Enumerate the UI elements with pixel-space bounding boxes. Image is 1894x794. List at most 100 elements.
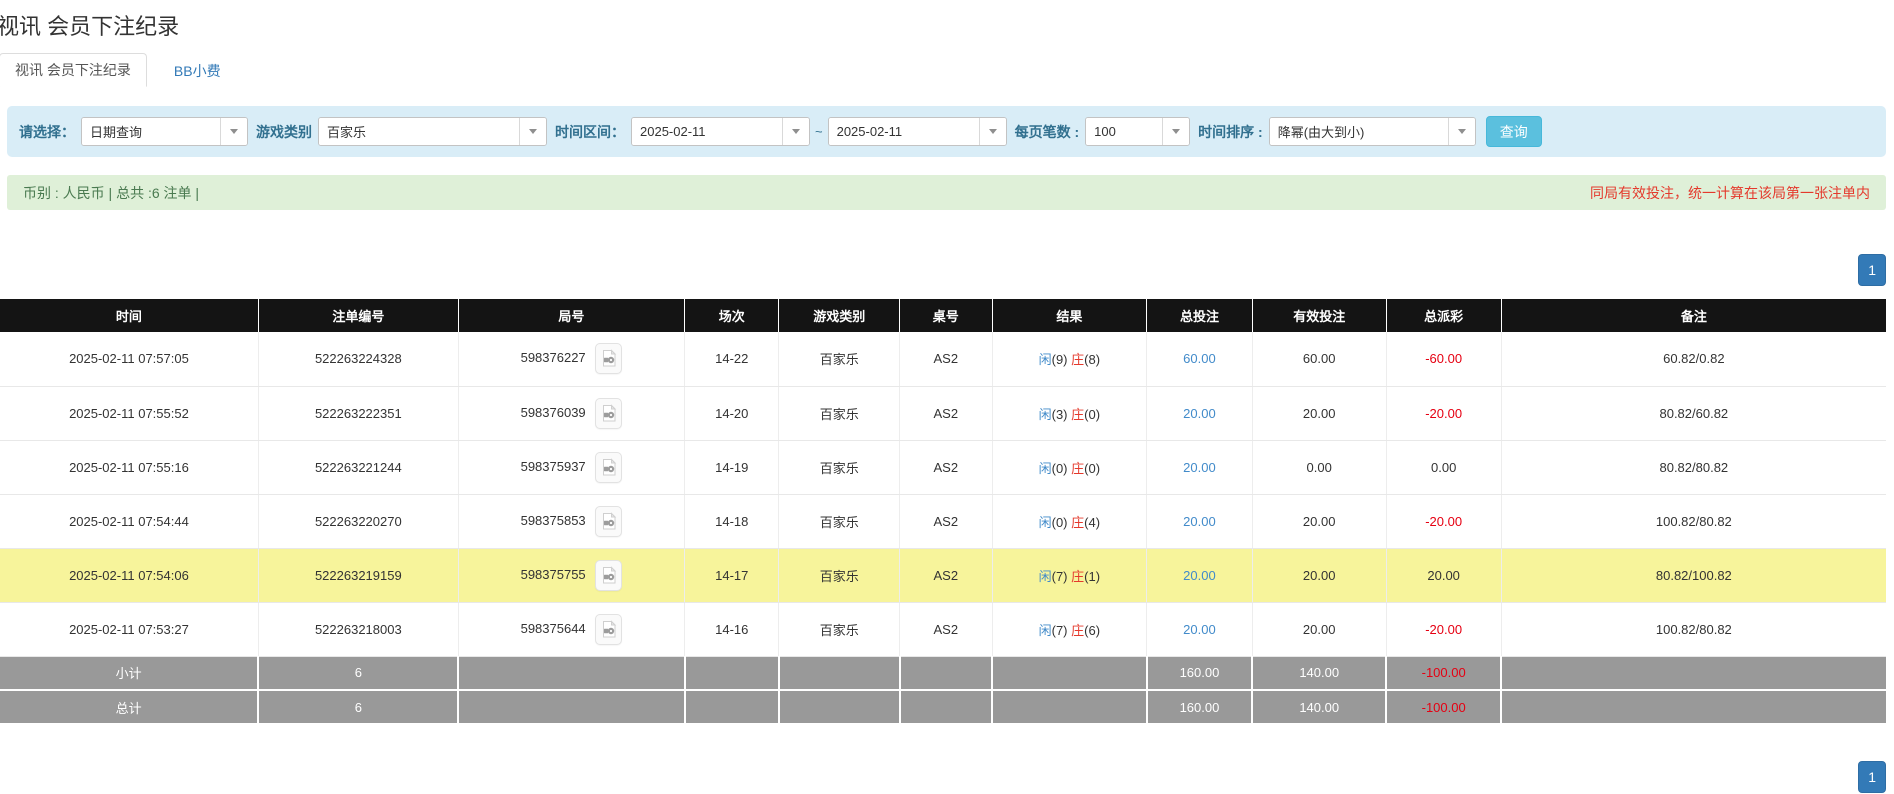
table-body: 2025-02-11 07:57:05 522263224328 5983762… [0, 332, 1886, 656]
subtotal-label: 小计 [0, 656, 258, 690]
payout-cell: 20.00 [1386, 548, 1501, 602]
video-replay-icon[interactable] [595, 452, 622, 483]
subtotal-payout: -100.00 [1386, 656, 1501, 690]
total-bet-link[interactable]: 20.00 [1183, 568, 1216, 583]
page-1-button[interactable]: 1 [1858, 761, 1886, 793]
chevron-down-icon[interactable] [782, 118, 809, 145]
total-bet-cell: 20.00 [1147, 548, 1253, 602]
bet-time-cell: 2025-02-11 07:57:05 [0, 332, 258, 386]
payout-cell: -60.00 [1386, 332, 1501, 386]
column-header: 结果 [992, 299, 1147, 332]
round-id-cell: 598375755 [458, 548, 684, 602]
currency-total-text: 币别 : 人民币 | 总共 :6 注单 | [23, 183, 199, 203]
game-type-cell: 百家乐 [779, 440, 900, 494]
table-summary: 小计 6 160.00 140.00 -100.00 总计 6 160.00 1… [0, 656, 1886, 724]
table-row: 2025-02-11 07:54:44 522263220270 5983758… [0, 494, 1886, 548]
table-no-cell: AS2 [900, 386, 992, 440]
bet-id-cell: 522263222351 [258, 386, 458, 440]
round-id-cell: 598376039 [458, 386, 684, 440]
column-header: 有效投注 [1252, 299, 1386, 332]
total-bet-cell: 20.00 [1147, 494, 1253, 548]
table-header-row: 时间注单编号局号场次游戏类别桌号结果总投注有效投注总派彩备注 [0, 299, 1886, 332]
game-type-value[interactable] [319, 118, 519, 145]
video-replay-icon[interactable] [595, 506, 622, 537]
pagination-top: 1 [0, 254, 1894, 286]
valid-bet-cell: 0.00 [1252, 440, 1386, 494]
result-cell: 闲(7) 庄(1) [992, 548, 1147, 602]
result-cell: 闲(0) 庄(0) [992, 440, 1147, 494]
tab-bb-tips[interactable]: BB小费 [159, 55, 236, 87]
sort-order-select[interactable] [1269, 117, 1476, 146]
round-id-cell: 598375937 [458, 440, 684, 494]
chevron-down-icon[interactable] [519, 118, 546, 145]
bet-time-cell: 2025-02-11 07:53:27 [0, 602, 258, 656]
session-cell: 14-16 [685, 602, 779, 656]
sort-order-value[interactable] [1270, 118, 1448, 145]
session-cell: 14-20 [685, 386, 779, 440]
bet-id-cell: 522263220270 [258, 494, 458, 548]
bet-id-cell: 522263221244 [258, 440, 458, 494]
result-cell: 闲(9) 庄(8) [992, 332, 1147, 386]
date-from-value[interactable] [632, 118, 782, 145]
chevron-down-icon[interactable] [979, 118, 1006, 145]
total-total-bet: 160.00 [1147, 690, 1253, 724]
column-header: 场次 [685, 299, 779, 332]
bet-id-cell: 522263224328 [258, 332, 458, 386]
game-type-cell: 百家乐 [779, 494, 900, 548]
table-no-cell: AS2 [900, 440, 992, 494]
video-replay-icon[interactable] [595, 343, 622, 374]
bet-time-cell: 2025-02-11 07:54:06 [0, 548, 258, 602]
session-cell: 14-18 [685, 494, 779, 548]
total-bet-link[interactable]: 60.00 [1183, 351, 1216, 366]
chevron-down-icon[interactable] [220, 118, 247, 145]
total-count: 6 [258, 690, 458, 724]
valid-bet-cell: 60.00 [1252, 332, 1386, 386]
chevron-down-icon[interactable] [1162, 118, 1189, 145]
bet-id-cell: 522263218003 [258, 602, 458, 656]
total-bet-link[interactable]: 20.00 [1183, 514, 1216, 529]
result-cell: 闲(3) 庄(0) [992, 386, 1147, 440]
total-label: 总计 [0, 690, 258, 724]
column-header: 游戏类别 [779, 299, 900, 332]
note-cell: 80.82/100.82 [1501, 548, 1886, 602]
page-size-value[interactable] [1086, 118, 1162, 145]
date-to-value[interactable] [829, 118, 979, 145]
game-type-select[interactable] [318, 117, 547, 146]
session-cell: 14-17 [685, 548, 779, 602]
date-range-label: 时间区间： [555, 122, 625, 142]
total-bet-link[interactable]: 20.00 [1183, 622, 1216, 637]
date-to-picker[interactable] [828, 117, 1007, 146]
total-bet-cell: 20.00 [1147, 440, 1253, 494]
table-row: 2025-02-11 07:57:05 522263224328 5983762… [0, 332, 1886, 386]
tab-betting-records[interactable]: 视讯 会员下注纪录 [0, 53, 147, 87]
bet-time-cell: 2025-02-11 07:55:52 [0, 386, 258, 440]
total-bet-link[interactable]: 20.00 [1183, 460, 1216, 475]
video-replay-icon[interactable] [595, 560, 622, 591]
notice-bar: 币别 : 人民币 | 总共 :6 注单 | 同局有效投注，统一计算在该局第一张注… [7, 175, 1886, 210]
betting-records-table: 时间注单编号局号场次游戏类别桌号结果总投注有效投注总派彩备注 2025-02-1… [0, 299, 1886, 725]
chevron-down-icon[interactable] [1448, 118, 1475, 145]
table-row: 2025-02-11 07:53:27 522263218003 5983756… [0, 602, 1886, 656]
page-size-select[interactable] [1085, 117, 1190, 146]
column-header: 桌号 [900, 299, 992, 332]
subtotal-row: 小计 6 160.00 140.00 -100.00 [0, 656, 1886, 690]
valid-bet-cell: 20.00 [1252, 548, 1386, 602]
date-from-picker[interactable] [631, 117, 810, 146]
video-replay-icon[interactable] [595, 398, 622, 429]
subtotal-total-bet: 160.00 [1147, 656, 1253, 690]
page-1-button[interactable]: 1 [1858, 254, 1886, 286]
total-bet-link[interactable]: 20.00 [1183, 406, 1216, 421]
column-header: 总投注 [1147, 299, 1253, 332]
payout-cell: -20.00 [1386, 386, 1501, 440]
table-row: 2025-02-11 07:54:06 522263219159 5983757… [0, 548, 1886, 602]
search-button[interactable]: 查询 [1486, 116, 1542, 147]
query-type-select[interactable] [81, 117, 248, 146]
note-cell: 60.82/0.82 [1501, 332, 1886, 386]
video-replay-icon[interactable] [595, 614, 622, 645]
query-type-value[interactable] [82, 118, 220, 145]
note-cell: 100.82/80.82 [1501, 602, 1886, 656]
valid-bet-cell: 20.00 [1252, 386, 1386, 440]
total-bet-cell: 20.00 [1147, 386, 1253, 440]
session-cell: 14-22 [685, 332, 779, 386]
query-type-label: 请选择： [19, 122, 75, 142]
